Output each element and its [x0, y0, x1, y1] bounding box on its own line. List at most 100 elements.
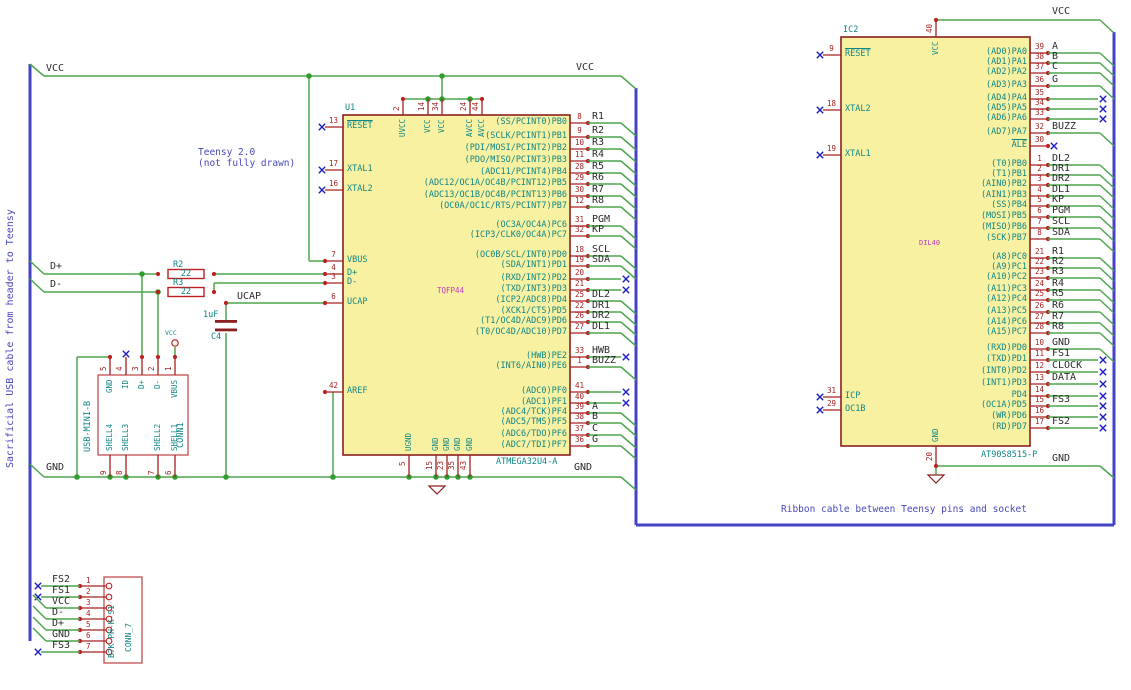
- net-label: C: [1052, 61, 1059, 72]
- net-label: R7: [592, 184, 605, 195]
- pin-name: (AIN1)PB3: [980, 190, 1027, 200]
- pin-number: 28: [1034, 322, 1045, 331]
- pin-number: 32: [1034, 122, 1045, 131]
- net-label: R6: [1052, 300, 1065, 311]
- pin-name: (AD1)PA1: [986, 57, 1027, 67]
- pin-number: 3: [331, 272, 336, 281]
- pin-name: (XCK1/CTS)PD5: [500, 306, 567, 316]
- net-label: GND: [1052, 337, 1071, 348]
- pin-name: VCC: [437, 119, 446, 133]
- pin-name: GND: [465, 437, 474, 451]
- net-label: FS3: [52, 640, 71, 651]
- pin-number: 34: [1034, 98, 1045, 107]
- pin-dot: [322, 300, 328, 306]
- pin-name: SHELL1: [170, 423, 179, 451]
- wire: [620, 445, 637, 460]
- pin-number: 36: [574, 435, 585, 444]
- pin-number: 34: [431, 101, 440, 111]
- wire: [620, 122, 637, 137]
- pin-number: 21: [1034, 247, 1045, 256]
- pin-number: 8: [577, 112, 582, 121]
- pin-name: (AD3)PA3: [986, 80, 1027, 90]
- pin-number: 29: [826, 399, 837, 408]
- pin-number: 9: [577, 126, 582, 135]
- pin-name: XTAL1: [347, 164, 373, 174]
- sacrificial-note: Sacrificial USB cable from header to Tee…: [5, 209, 16, 468]
- pin-name: (AD6)PA6: [986, 113, 1027, 123]
- net-label: KP: [1052, 194, 1065, 205]
- pin-number: 5: [1037, 195, 1042, 204]
- net-label-vcc: VCC: [1052, 6, 1071, 17]
- pin-number: 33: [574, 346, 585, 355]
- pin-name: (ADC5/TMS)PF5: [500, 417, 567, 427]
- net-label: R2: [592, 125, 605, 136]
- pin-name: GND: [431, 437, 440, 451]
- wire: [620, 434, 637, 449]
- capacitor-c4-plate: [215, 320, 237, 323]
- net-label: BUZZ: [1052, 121, 1077, 132]
- pin-name: RESET: [845, 49, 871, 59]
- wire: [620, 183, 637, 198]
- pin-number: 6: [1037, 206, 1042, 215]
- net-label: R8: [592, 195, 605, 206]
- net-label: G: [1052, 74, 1059, 85]
- pin-name: (SDA/INT1)PD1: [500, 260, 567, 270]
- net-label: DR2: [592, 310, 611, 321]
- pin-number: 35: [1034, 88, 1045, 97]
- net-label: FS2: [1052, 416, 1071, 427]
- pin-number: 39: [574, 402, 585, 411]
- pin-name: UCAP: [347, 297, 368, 307]
- wire: [620, 206, 637, 221]
- pin-number: 17: [328, 159, 339, 168]
- pin-number: 44: [471, 101, 480, 111]
- net-label: R5: [1052, 288, 1065, 299]
- pin-name: (A8)PC0: [991, 252, 1027, 262]
- pin-name: (A13)PC5: [986, 306, 1027, 316]
- pin-name: (RD)PD7: [991, 422, 1027, 432]
- net-label: D-: [52, 607, 65, 618]
- pin-number: 14: [417, 101, 426, 111]
- pin-number: 27: [1034, 312, 1045, 321]
- pin-name: (AIN0)PB2: [980, 179, 1027, 189]
- net-label: DL2: [592, 289, 611, 300]
- pin-number: 41: [574, 381, 585, 390]
- net-label-dminus: D-: [50, 279, 63, 290]
- pin-number: 3: [1037, 174, 1042, 183]
- wire: [620, 160, 637, 175]
- pin-name: (ADC11/PCINT4)PB4: [480, 167, 567, 177]
- pin-number: 5: [99, 366, 108, 371]
- pin-name: SHELL3: [121, 423, 130, 451]
- pin-name: VBUS: [347, 255, 368, 265]
- pin-number: 1: [577, 356, 582, 365]
- pin-number: 1: [86, 576, 91, 585]
- pin-number: 18: [574, 245, 585, 254]
- pin-name: (MOSI)PB5: [980, 211, 1027, 221]
- pin-number: 37: [1034, 62, 1045, 71]
- pin-number: 9: [829, 44, 834, 53]
- wire: [620, 172, 637, 187]
- pin-name: (AD4)PA4: [986, 93, 1027, 103]
- pin-number: 29: [574, 173, 585, 182]
- pin-number: 16: [328, 179, 339, 188]
- pin-number: 16: [1034, 406, 1045, 415]
- pin-name: (TXD)PD1: [986, 354, 1027, 364]
- net-label-gnd: GND: [1052, 453, 1071, 464]
- net-label: FS3: [1052, 394, 1071, 405]
- pin-dot: [107, 354, 113, 360]
- pin-name: (INT1)PD3: [980, 378, 1027, 388]
- net-label: BUZZ: [592, 355, 617, 366]
- net-label: GND: [52, 629, 71, 640]
- pin-name: SHELL2: [153, 423, 162, 451]
- net-label: R6: [592, 172, 605, 183]
- pin-number: 15: [1034, 395, 1045, 404]
- pin-dot: [933, 463, 939, 469]
- pin-number: 33: [1034, 108, 1045, 117]
- pin-dot: [1045, 143, 1051, 149]
- pin-number: 32: [574, 225, 585, 234]
- pin-number: 18: [826, 99, 837, 108]
- pin-dot: [322, 258, 328, 264]
- pin-number: 24: [1034, 279, 1045, 288]
- wire: [620, 300, 637, 315]
- pin-name: (T1)PB1: [991, 169, 1027, 179]
- pin-name: (A11)PC3: [986, 284, 1027, 294]
